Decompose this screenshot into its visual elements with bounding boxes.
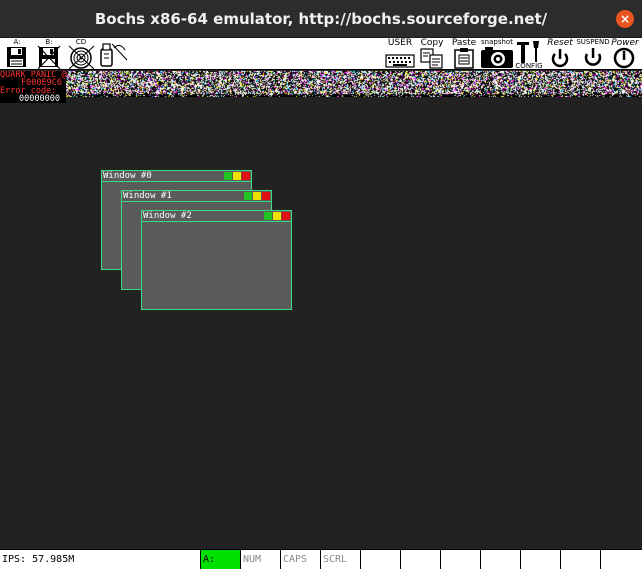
- guest-window-title: Window #1: [123, 191, 172, 201]
- usb-button[interactable]: [98, 38, 128, 70]
- close-button[interactable]: [262, 192, 270, 200]
- maximize-button[interactable]: [233, 172, 241, 180]
- close-window-button[interactable]: ×: [616, 10, 634, 28]
- status-slot: [480, 550, 520, 569]
- usb-device-icon: [100, 43, 128, 67]
- drive-a-indicator: A:: [200, 550, 240, 569]
- reset-button[interactable]: Reset: [544, 38, 576, 70]
- ips-readout: IPS: 57.985M: [2, 554, 75, 565]
- guest-window-title: Window #2: [143, 211, 192, 221]
- scroll-lock-indicator: SCRL: [320, 550, 360, 569]
- guest-window-titlebar[interactable]: Window #0: [102, 171, 251, 182]
- close-button[interactable]: [242, 172, 250, 180]
- power-button[interactable]: Power: [609, 38, 641, 70]
- floppy-a-label: A:: [13, 38, 21, 46]
- close-button[interactable]: [282, 212, 290, 220]
- status-slot: [600, 550, 642, 569]
- status-slot: [360, 550, 400, 569]
- panic-error-code: 00000000: [19, 94, 60, 104]
- status-slot: [520, 550, 560, 569]
- bochs-toolbar: A: B: CD USER Copy Paste snapshot CONFIG…: [0, 38, 642, 70]
- panic-message: QUARK PANIC @ F000E9C6 Error code: 00000…: [0, 71, 67, 104]
- guest-window-titlebar[interactable]: Window #2: [142, 211, 291, 222]
- camera-icon: [481, 47, 513, 68]
- power-icon: [613, 47, 635, 69]
- config-label: CONFIG: [515, 62, 543, 70]
- floppy-a-button[interactable]: A:: [4, 38, 30, 70]
- status-slot: [560, 550, 600, 569]
- snapshot-button[interactable]: snapshot: [479, 38, 515, 70]
- cdrom-button[interactable]: CD: [66, 38, 96, 70]
- guest-window-titlebar[interactable]: Window #1: [122, 191, 271, 202]
- window-titlebar: Bochs x86-64 emulator, http://bochs.sour…: [0, 0, 642, 38]
- minimize-button[interactable]: [244, 192, 252, 200]
- config-button[interactable]: CONFIG: [514, 38, 544, 70]
- guest-window-2[interactable]: Window #2: [141, 210, 292, 310]
- status-bar: IPS: 57.985M A: NUM CAPS SCRL: [0, 549, 642, 569]
- guest-window-title: Window #0: [103, 171, 152, 181]
- maximize-button[interactable]: [253, 192, 261, 200]
- caps-lock-indicator: CAPS: [280, 550, 320, 569]
- cdrom-label: CD: [75, 38, 87, 46]
- paste-clipboard-icon: [454, 48, 474, 69]
- num-lock-indicator: NUM: [240, 550, 280, 569]
- copy-button[interactable]: Copy: [418, 38, 446, 70]
- suspend-button[interactable]: SUSPEND: [576, 38, 610, 70]
- copy-icon: [420, 48, 443, 69]
- status-slot: [440, 550, 480, 569]
- status-slot: [400, 550, 440, 569]
- floppy-b-button[interactable]: B:: [36, 38, 62, 70]
- suspend-icon: [584, 48, 602, 66]
- keyboard-icon: [385, 54, 415, 68]
- floppy-b-label: B:: [45, 38, 53, 46]
- screen-noise-band: [0, 71, 642, 97]
- window-title: Bochs x86-64 emulator, http://bochs.sour…: [94, 9, 548, 28]
- minimize-button[interactable]: [264, 212, 272, 220]
- emulator-display[interactable]: QUARK PANIC @ F000E9C6 Error code: 00000…: [0, 71, 642, 549]
- paste-button[interactable]: Paste: [450, 38, 478, 70]
- maximize-button[interactable]: [273, 212, 281, 220]
- reset-icon: [551, 49, 569, 68]
- user-button[interactable]: USER: [384, 38, 416, 70]
- minimize-button[interactable]: [224, 172, 232, 180]
